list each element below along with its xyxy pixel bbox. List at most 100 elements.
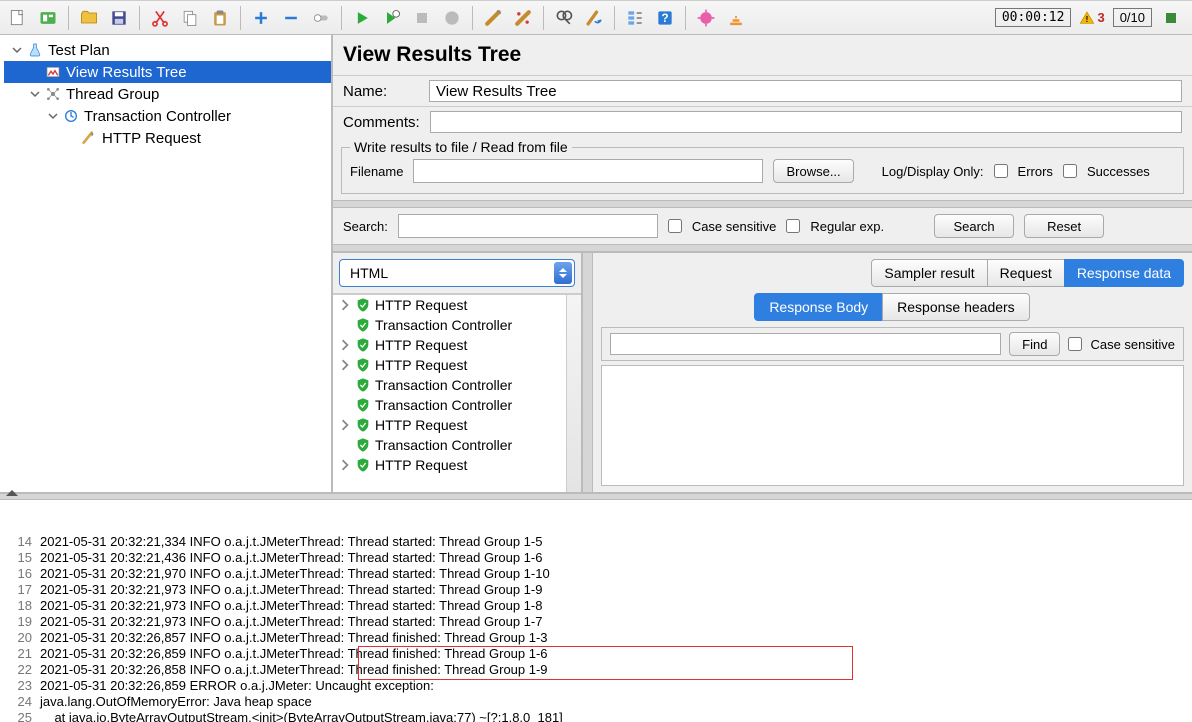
- result-item-label: HTTP Request: [375, 297, 467, 313]
- tree-item[interactable]: View Results Tree: [4, 61, 331, 83]
- main-toolbar: ? 00:00:12 ! 3 0/10: [0, 1, 1192, 35]
- success-shield-icon: [355, 297, 371, 313]
- result-item-label: Transaction Controller: [375, 317, 512, 333]
- chevron-right-icon[interactable]: [339, 299, 351, 311]
- regex-label: Regular exp.: [810, 219, 884, 234]
- success-shield-icon: [355, 377, 371, 393]
- test-plan-tree[interactable]: Test Plan View Results Tree Thread Group Tr…: [0, 35, 333, 492]
- log-line: 182021-05-31 20:32:21,973 INFO o.a.j.t.J…: [0, 598, 1192, 614]
- heap-icon[interactable]: [722, 4, 750, 32]
- result-item[interactable]: HTTP Request: [333, 415, 581, 435]
- new-icon[interactable]: [4, 4, 32, 32]
- toggle-icon[interactable]: [307, 4, 335, 32]
- file-legend: Write results to file / Read from file: [350, 139, 572, 155]
- log-line: 142021-05-31 20:32:21,334 INFO o.a.j.t.J…: [0, 534, 1192, 550]
- thread-icon: [44, 86, 62, 102]
- tree-item-label: Test Plan: [48, 42, 110, 59]
- result-item[interactable]: HTTP Request: [333, 295, 581, 315]
- result-item[interactable]: Transaction Controller: [333, 435, 581, 455]
- shutdown-icon[interactable]: [438, 4, 466, 32]
- log-line: 152021-05-31 20:32:21,436 INFO o.a.j.t.J…: [0, 550, 1192, 566]
- result-item[interactable]: HTTP Request: [333, 455, 581, 475]
- expand-icon[interactable]: [247, 4, 275, 32]
- errors-checkbox[interactable]: [994, 164, 1008, 178]
- log-splitter[interactable]: [0, 492, 1192, 500]
- function-icon[interactable]: [621, 4, 649, 32]
- tree-toggle-icon: [28, 65, 42, 79]
- find-case-label: Case sensitive: [1090, 337, 1175, 352]
- search-field[interactable]: [398, 214, 658, 238]
- tree-item[interactable]: Test Plan: [4, 39, 331, 61]
- debug-icon[interactable]: [692, 4, 720, 32]
- result-item-label: Transaction Controller: [375, 437, 512, 453]
- result-item-label: HTTP Request: [375, 337, 467, 353]
- errors-label: Errors: [1018, 164, 1053, 179]
- result-item[interactable]: Transaction Controller: [333, 315, 581, 335]
- comments-field[interactable]: [430, 111, 1182, 133]
- tab-request[interactable]: Request: [987, 259, 1065, 287]
- tree-item[interactable]: Transaction Controller: [4, 105, 331, 127]
- browse-button[interactable]: Browse...: [773, 159, 853, 183]
- case-checkbox[interactable]: [668, 219, 682, 233]
- clear-icon[interactable]: [479, 4, 507, 32]
- tree-toggle-icon[interactable]: [28, 87, 42, 101]
- name-field[interactable]: [429, 80, 1182, 102]
- find-field[interactable]: [610, 333, 1001, 355]
- tree-item-label: View Results Tree: [66, 64, 187, 81]
- results-icon: [44, 64, 62, 80]
- tree-item-label: Thread Group: [66, 86, 159, 103]
- result-item-label: HTTP Request: [375, 417, 467, 433]
- log-line: 232021-05-31 20:32:26,859 ERROR o.a.j.JM…: [0, 678, 1192, 694]
- clear-all-icon[interactable]: [509, 4, 537, 32]
- find-button[interactable]: Find: [1009, 332, 1060, 356]
- result-item-label: HTTP Request: [375, 457, 467, 473]
- reset-button[interactable]: Reset: [1024, 214, 1104, 238]
- result-item[interactable]: HTTP Request: [333, 335, 581, 355]
- successes-checkbox[interactable]: [1063, 164, 1077, 178]
- result-item[interactable]: Transaction Controller: [333, 395, 581, 415]
- cut-icon[interactable]: [146, 4, 174, 32]
- tree-item-label: HTTP Request: [102, 130, 201, 147]
- chevron-right-icon[interactable]: [339, 419, 351, 431]
- search-icon[interactable]: [550, 4, 578, 32]
- filename-field[interactable]: [413, 159, 763, 183]
- success-shield-icon: [355, 337, 371, 353]
- result-item[interactable]: Transaction Controller: [333, 375, 581, 395]
- panel-title: View Results Tree: [333, 35, 1192, 75]
- response-body-area[interactable]: [601, 365, 1184, 486]
- tab-sampler-result[interactable]: Sampler result: [871, 259, 987, 287]
- chevron-right-icon[interactable]: [339, 359, 351, 371]
- subtab-response-headers[interactable]: Response headers: [882, 293, 1030, 321]
- result-item[interactable]: HTTP Request: [333, 355, 581, 375]
- reset-search-icon[interactable]: [580, 4, 608, 32]
- tab-response-data[interactable]: Response data: [1064, 259, 1184, 287]
- success-shield-icon: [355, 317, 371, 333]
- renderer-select[interactable]: HTML: [339, 259, 575, 287]
- regex-checkbox[interactable]: [786, 219, 800, 233]
- svg-text:?: ?: [661, 12, 668, 25]
- thread-count: 0/10: [1113, 8, 1152, 27]
- chevron-right-icon[interactable]: [339, 459, 351, 471]
- log-panel[interactable]: 142021-05-31 20:32:21,334 INFO o.a.j.t.J…: [0, 500, 1192, 722]
- copy-icon[interactable]: [176, 4, 204, 32]
- templates-icon[interactable]: [34, 4, 62, 32]
- tree-toggle-icon[interactable]: [46, 109, 60, 123]
- search-button[interactable]: Search: [934, 214, 1014, 238]
- run-icon[interactable]: [348, 4, 376, 32]
- run-notimer-icon[interactable]: [378, 4, 406, 32]
- tree-item[interactable]: Thread Group: [4, 83, 331, 105]
- log-line: 172021-05-31 20:32:21,973 INFO o.a.j.t.J…: [0, 582, 1192, 598]
- open-icon[interactable]: [75, 4, 103, 32]
- collapse-icon[interactable]: [277, 4, 305, 32]
- warning-indicator[interactable]: ! 3: [1079, 10, 1104, 26]
- find-case-checkbox[interactable]: [1068, 337, 1082, 351]
- help-icon[interactable]: ?: [651, 4, 679, 32]
- stop-icon[interactable]: [408, 4, 436, 32]
- chevron-right-icon[interactable]: [339, 339, 351, 351]
- subtab-response-body[interactable]: Response Body: [754, 293, 883, 321]
- tree-toggle-icon[interactable]: [10, 43, 24, 57]
- result-item-label: Transaction Controller: [375, 397, 512, 413]
- save-icon[interactable]: [105, 4, 133, 32]
- tree-item[interactable]: HTTP Request: [4, 127, 331, 149]
- paste-icon[interactable]: [206, 4, 234, 32]
